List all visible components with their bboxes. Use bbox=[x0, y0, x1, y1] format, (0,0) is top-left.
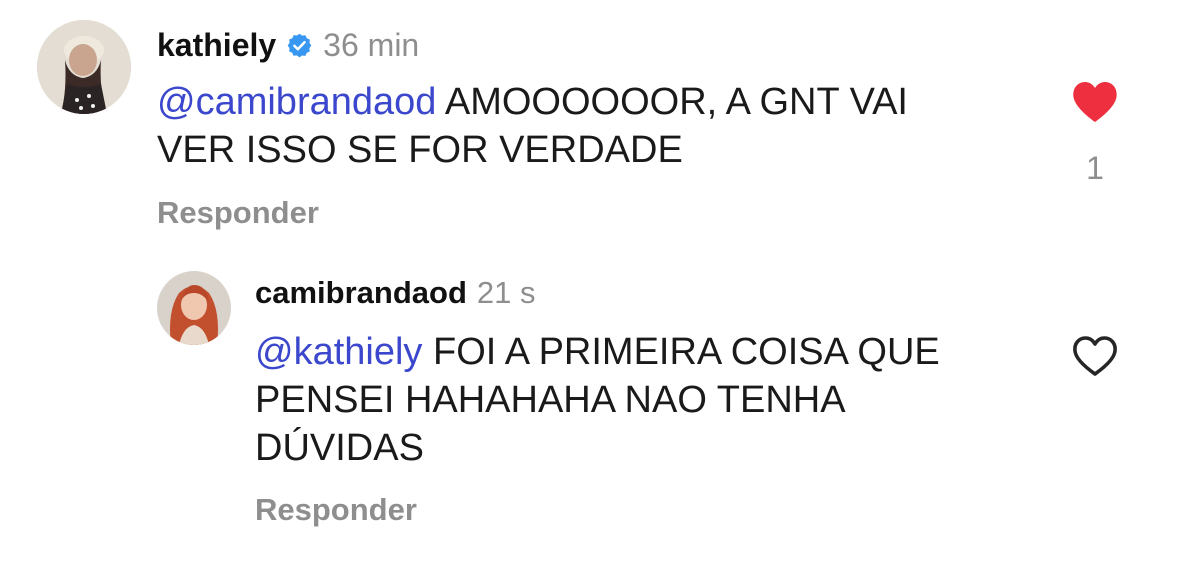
reply-button[interactable]: Responder bbox=[255, 492, 417, 528]
comment-kathiely: kathiely 36 min @camibrandaod AMOOOOOOR,… bbox=[0, 0, 1179, 250]
timestamp: 36 min bbox=[323, 26, 420, 63]
comment-line-1-text: AMOOOOOOR, A GNT VAI bbox=[436, 81, 908, 123]
comment-line-2: PENSEI HAHAHAHA NAO TENHA bbox=[255, 379, 846, 421]
comment-line-2: VER ISSO SE FOR VERDADE bbox=[157, 129, 683, 171]
mention-link[interactable]: @kathiely bbox=[255, 331, 422, 373]
avatar-kathiely[interactable] bbox=[37, 20, 131, 114]
heart-filled-icon[interactable] bbox=[1071, 80, 1119, 124]
like-count[interactable]: 1 bbox=[1075, 150, 1115, 187]
comment-line-1: @kathiely FOI A PRIMEIRA COISA QUE bbox=[255, 328, 1055, 376]
comment-line-3: DÚVIDAS bbox=[255, 427, 424, 469]
avatar-camibrandaod-image bbox=[157, 271, 231, 345]
avatar-kathiely-image bbox=[37, 20, 131, 114]
comment-text: @kathiely FOI A PRIMEIRA COISA QUE PENSE… bbox=[255, 328, 1055, 472]
comment-line-1-text: FOI A PRIMEIRA COISA QUE bbox=[422, 331, 940, 373]
username[interactable]: kathiely bbox=[157, 27, 276, 64]
avatar-camibrandaod[interactable] bbox=[157, 271, 231, 345]
timestamp: 21 s bbox=[476, 275, 536, 310]
username[interactable]: camibrandaod bbox=[255, 275, 467, 311]
comment-camibrandaod: camibrandaod 21 s @kathiely FOI A PRIMEI… bbox=[0, 250, 1179, 562]
comment-header: kathiely 36 min bbox=[157, 23, 419, 67]
heart-outline-icon[interactable] bbox=[1071, 334, 1119, 378]
mention-link[interactable]: @camibrandaod bbox=[157, 81, 436, 123]
verified-badge-icon bbox=[286, 32, 313, 59]
comment-line-1: @camibrandaod AMOOOOOOR, A GNT VAI bbox=[157, 78, 1037, 126]
comment-text: @camibrandaod AMOOOOOOR, A GNT VAI VER I… bbox=[157, 78, 1037, 174]
reply-button[interactable]: Responder bbox=[157, 195, 319, 231]
comment-header: camibrandaod 21 s bbox=[255, 271, 536, 315]
